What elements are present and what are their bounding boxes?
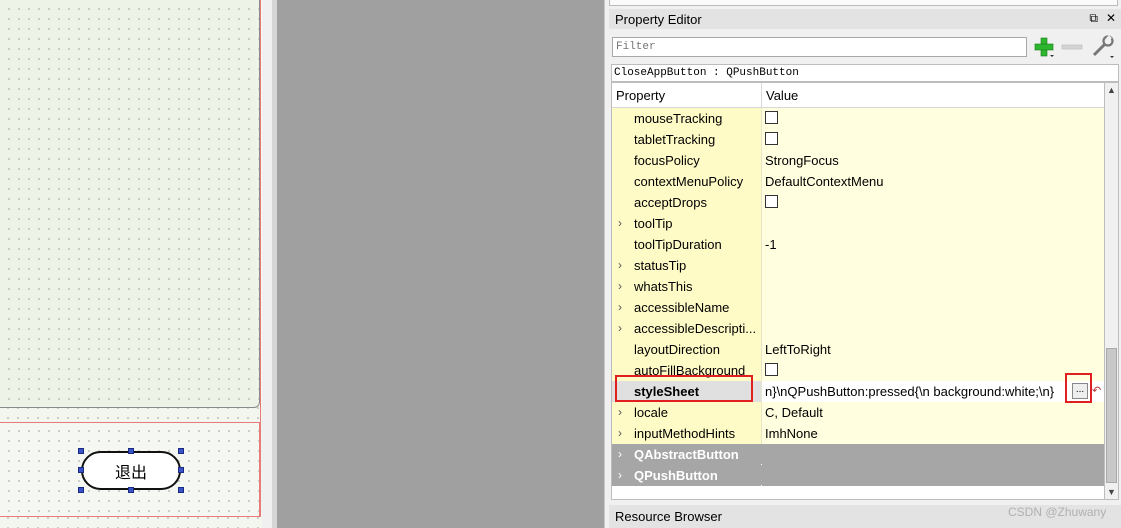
property-editor-titlebar[interactable]: Property Editor ⧉ ✕ bbox=[609, 9, 1121, 29]
canvas-edge bbox=[262, 0, 272, 528]
group-row-qabstractbutton[interactable]: › QAbstractButton bbox=[612, 444, 1104, 465]
property-name: whatsThis bbox=[634, 279, 693, 294]
header-value[interactable]: Value bbox=[766, 88, 798, 103]
exit-button[interactable]: 退出 bbox=[81, 451, 181, 490]
resize-handle-w[interactable] bbox=[78, 467, 84, 473]
property-row-inputmethodhints[interactable]: › inputMethodHints ImhNone bbox=[612, 423, 1104, 444]
wrench-icon[interactable] bbox=[1090, 35, 1116, 59]
property-value[interactable]: C, Default bbox=[765, 405, 1095, 420]
property-name: styleSheet bbox=[634, 384, 700, 399]
expand-chevron-icon[interactable]: › bbox=[618, 279, 622, 293]
property-row-autofillbackground[interactable]: autoFillBackground bbox=[612, 360, 1104, 381]
resize-handle-ne[interactable] bbox=[178, 448, 184, 454]
watermark: CSDN @Zhuwany bbox=[1008, 505, 1107, 519]
resource-browser-title: Resource Browser bbox=[615, 509, 722, 524]
expand-chevron-icon[interactable]: › bbox=[618, 468, 622, 482]
header-property[interactable]: Property bbox=[616, 88, 665, 103]
expand-chevron-icon[interactable]: › bbox=[618, 216, 622, 230]
property-rows: mouseTracking tabletTracking focusPolicy St… bbox=[612, 108, 1104, 486]
property-editor-title: Property Editor bbox=[615, 11, 702, 27]
form-canvas[interactable]: 退出 bbox=[0, 0, 272, 528]
vertical-scrollbar[interactable]: ▲ ▼ bbox=[1105, 82, 1119, 500]
object-class-label: CloseAppButton : QPushButton bbox=[611, 64, 1119, 82]
float-icon[interactable]: ⧉ bbox=[1089, 11, 1098, 26]
property-name: mouseTracking bbox=[634, 111, 723, 126]
property-row-layoutdirection[interactable]: layoutDirection LeftToRight bbox=[612, 339, 1104, 360]
property-name: acceptDrops bbox=[634, 195, 707, 210]
expand-chevron-icon[interactable]: › bbox=[618, 300, 622, 314]
property-row-stylesheet[interactable]: styleSheet n}\nQPushButton:pressed{\n bac… bbox=[612, 381, 1104, 402]
property-checkbox[interactable] bbox=[765, 132, 778, 145]
expand-chevron-icon[interactable]: › bbox=[618, 426, 622, 440]
property-row-accessibledescripti[interactable]: › accessibleDescripti... bbox=[612, 318, 1104, 339]
expand-chevron-icon[interactable]: › bbox=[618, 405, 622, 419]
edit-stylesheet-button[interactable]: ... bbox=[1072, 383, 1088, 399]
upper-frame[interactable] bbox=[0, 0, 260, 408]
group-name: QPushButton bbox=[634, 468, 718, 483]
qt-designer-window: 退出 Property Editor ⧉ ✕ Filter CloseAppBu… bbox=[0, 0, 1121, 528]
table-header: Property Value bbox=[612, 83, 1104, 108]
mdi-area bbox=[277, 0, 604, 528]
property-name: layoutDirection bbox=[634, 342, 720, 357]
form-boundary bbox=[260, 0, 261, 517]
scroll-thumb[interactable] bbox=[1106, 348, 1117, 483]
property-value[interactable]: -1 bbox=[765, 237, 1095, 252]
resize-handle-s[interactable] bbox=[128, 487, 134, 493]
property-row-accessiblename[interactable]: › accessibleName bbox=[612, 297, 1104, 318]
property-row-tablettracking[interactable]: tabletTracking bbox=[612, 129, 1104, 150]
property-name: contextMenuPolicy bbox=[634, 174, 744, 189]
property-checkbox[interactable] bbox=[765, 195, 778, 208]
property-name: locale bbox=[634, 405, 668, 420]
resize-handle-se[interactable] bbox=[178, 487, 184, 493]
property-row-whatsthis[interactable]: › whatsThis bbox=[612, 276, 1104, 297]
reset-property-icon[interactable]: ↶ bbox=[1092, 384, 1101, 397]
property-value[interactable]: StrongFocus bbox=[765, 153, 1095, 168]
expand-chevron-icon[interactable]: › bbox=[618, 258, 622, 272]
property-value[interactable]: ImhNone bbox=[765, 426, 1095, 441]
property-row-tooltip[interactable]: › toolTip bbox=[612, 213, 1104, 234]
expand-chevron-icon[interactable]: › bbox=[618, 321, 622, 335]
property-name: statusTip bbox=[634, 258, 687, 273]
scroll-up-icon[interactable]: ▲ bbox=[1105, 83, 1118, 97]
property-row-statustip[interactable]: › statusTip bbox=[612, 255, 1104, 276]
property-name: accessibleDescripti... bbox=[634, 321, 757, 336]
property-row-mousetracking[interactable]: mouseTracking bbox=[612, 108, 1104, 129]
property-checkbox[interactable] bbox=[765, 363, 778, 376]
property-value[interactable]: n}\nQPushButton:pressed{\n background:wh… bbox=[765, 384, 1070, 399]
close-icon[interactable]: ✕ bbox=[1106, 11, 1116, 26]
remove-dynamic-property-icon bbox=[1061, 44, 1083, 50]
filter-input[interactable] bbox=[612, 37, 1027, 57]
property-name: inputMethodHints bbox=[634, 426, 736, 441]
property-row-contextmenupolicy[interactable]: contextMenuPolicy DefaultContextMenu bbox=[612, 171, 1104, 192]
property-value[interactable]: LeftToRight bbox=[765, 342, 1095, 357]
property-name: toolTipDuration bbox=[634, 237, 722, 252]
right-dock: Property Editor ⧉ ✕ CloseAppButton : QPu… bbox=[604, 0, 1121, 528]
previous-dock-bottom bbox=[609, 0, 1118, 6]
property-table[interactable]: Property Value mouseTracking tabletTracki… bbox=[611, 82, 1105, 500]
property-name: autoFillBackground bbox=[634, 363, 746, 378]
property-value[interactable]: DefaultContextMenu bbox=[765, 174, 1095, 189]
resize-handle-nw[interactable] bbox=[78, 448, 84, 454]
resize-handle-n[interactable] bbox=[128, 448, 134, 454]
resize-handle-sw[interactable] bbox=[78, 487, 84, 493]
expand-chevron-icon[interactable]: › bbox=[618, 447, 622, 461]
property-row-focuspolicy[interactable]: focusPolicy StrongFocus bbox=[612, 150, 1104, 171]
property-row-acceptdrops[interactable]: acceptDrops bbox=[612, 192, 1104, 213]
property-row-locale[interactable]: › locale C, Default bbox=[612, 402, 1104, 423]
property-name: focusPolicy bbox=[634, 153, 700, 168]
group-row-qpushbutton[interactable]: › QPushButton bbox=[612, 465, 1104, 486]
property-checkbox[interactable] bbox=[765, 111, 778, 124]
group-name: QAbstractButton bbox=[634, 447, 739, 462]
property-name: toolTip bbox=[634, 216, 673, 231]
resize-handle-e[interactable] bbox=[178, 467, 184, 473]
property-name: accessibleName bbox=[634, 300, 730, 315]
property-row-tooltipduration[interactable]: toolTipDuration -1 bbox=[612, 234, 1104, 255]
add-dynamic-property-icon[interactable] bbox=[1033, 36, 1055, 58]
property-name: tabletTracking bbox=[634, 132, 716, 147]
scroll-down-icon[interactable]: ▼ bbox=[1105, 485, 1118, 499]
